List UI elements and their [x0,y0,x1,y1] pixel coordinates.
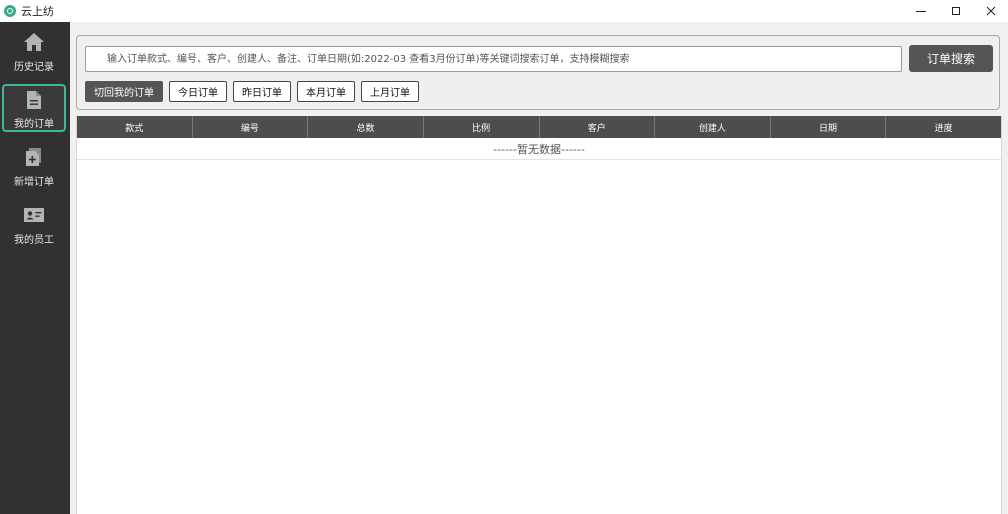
table-header: 款式 编号 总数 比例 客户 创建人 日期 进度 [77,116,1001,138]
sidebar-item-history[interactable]: 历史记录 [2,26,66,74]
maximize-icon [951,7,960,15]
sidebar-item-label: 历史记录 [14,62,54,73]
today-orders-button[interactable]: 今日订单 [169,81,227,102]
window-controls [903,0,1008,22]
search-panel: 订单搜索 切回我的订单 今日订单 昨日订单 本月订单 上月订单 [76,35,1000,110]
column-header-customer[interactable]: 客户 [540,116,656,138]
close-button[interactable] [973,0,1008,22]
column-header-ratio[interactable]: 比例 [424,116,540,138]
maximize-button[interactable] [938,0,973,22]
sidebar-item-label: 新增订单 [14,177,54,188]
sidebar-item-new-order[interactable]: 新增订单 [2,141,66,189]
sidebar-item-label: 我的订单 [14,119,54,130]
column-header-style[interactable]: 款式 [77,116,193,138]
sidebar-item-label: 我的员工 [14,235,54,246]
close-icon [986,6,995,16]
column-header-date[interactable]: 日期 [771,116,887,138]
home-icon [23,31,45,53]
column-header-creator[interactable]: 创建人 [655,116,771,138]
id-card-icon [23,204,45,226]
quick-filter-bar: 切回我的订单 今日订单 昨日订单 本月订单 上月订单 [85,81,425,102]
minimize-icon [915,11,926,12]
yesterday-orders-button[interactable]: 昨日订单 [233,81,291,102]
main-content: 订单搜索 切回我的订单 今日订单 昨日订单 本月订单 上月订单 款式 编号 总数… [70,22,1008,514]
app-logo-icon [4,5,16,17]
order-search-button[interactable]: 订单搜索 [909,45,993,72]
title-bar: 云上纺 [0,0,1008,22]
minimize-button[interactable] [903,0,938,22]
document-icon [26,89,42,110]
last-month-orders-button[interactable]: 上月订单 [361,81,419,102]
column-header-total[interactable]: 总数 [308,116,424,138]
search-input[interactable] [85,46,902,72]
column-header-progress[interactable]: 进度 [886,116,1001,138]
window-title: 云上纺 [21,5,54,18]
this-month-orders-button[interactable]: 本月订单 [297,81,355,102]
sidebar-item-my-orders[interactable]: 我的订单 [2,84,66,132]
switch-to-my-orders-button[interactable]: 切回我的订单 [85,81,163,102]
sidebar-item-my-staff[interactable]: 我的员工 [2,199,66,247]
orders-table: 款式 编号 总数 比例 客户 创建人 日期 进度 ------暂无数据-----… [76,116,1002,514]
sidebar: 历史记录 我的订单 新增订单 我的员工 [0,22,70,514]
column-header-number[interactable]: 编号 [193,116,309,138]
add-document-icon [25,146,43,168]
empty-state-message: ------暂无数据------ [77,138,1001,160]
